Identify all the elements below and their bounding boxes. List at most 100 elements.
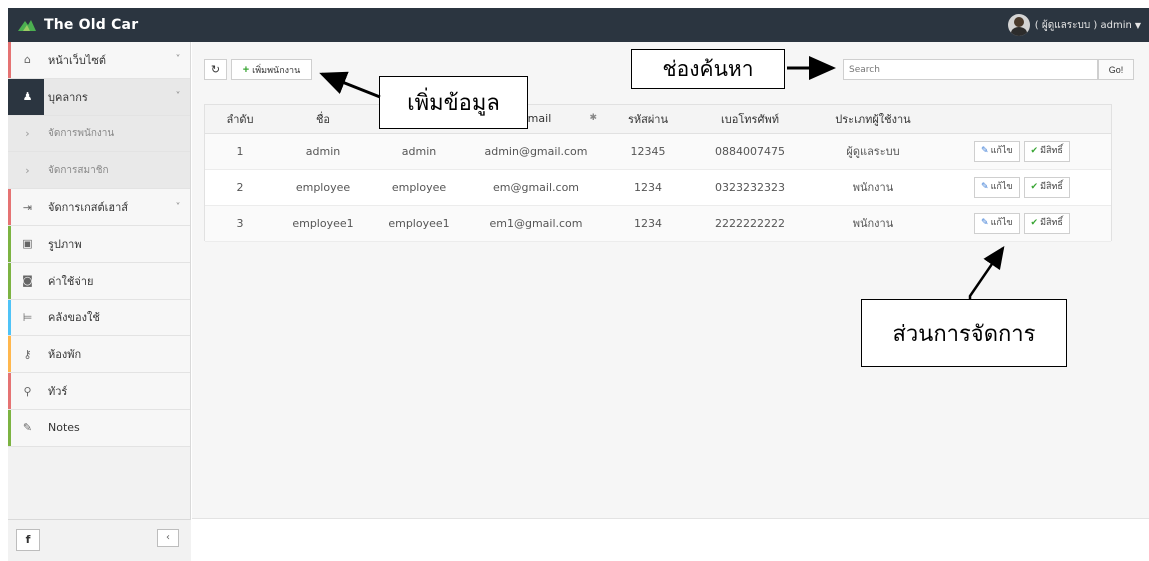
check-icon: ✔ <box>1030 145 1039 156</box>
edit-button[interactable]: ✎ แก้ไข <box>974 212 1020 234</box>
sidebar-item-3[interactable]: › จัดการสมาชิก <box>8 152 190 190</box>
employee-table: ลำดับ ชื่อ Email ✱ รหัสผ่าน เบอโทรศัพท์ … <box>204 104 1112 241</box>
cell-password: 1234 <box>634 180 662 194</box>
sidebar-item-4[interactable]: ⇥ จัดการเกสต์เฮาส์ ˅ <box>8 189 190 226</box>
sidebar-item-label: ค่าใช้จ่าย <box>48 274 94 288</box>
edit-button[interactable]: ✎ แก้ไข <box>974 176 1020 198</box>
pencil-icon: ✎ <box>981 217 989 228</box>
sidebar-item-label: จัดการพนักงาน <box>48 127 115 139</box>
cell-no: 2 <box>236 180 244 194</box>
user-label: ( ผู้ดูแลระบบ ) admin <box>1034 19 1132 31</box>
sidebar-item-6[interactable]: ◙ ค่าใช้จ่าย <box>8 262 190 300</box>
column-header-password[interactable]: รหัสผ่าน <box>605 105 691 134</box>
sidebar-item-9[interactable]: ⚲ ทัวร์ <box>8 373 190 410</box>
image-icon: ▣ <box>8 225 44 262</box>
sidebar-footer: f ‹ <box>8 519 191 561</box>
cell-name: employee1 <box>292 216 354 230</box>
key-icon: ⚷ <box>8 336 44 373</box>
edit-button[interactable]: ✎ แก้ไข <box>974 140 1020 162</box>
cell-actions: ✎ แก้ไข ✔ มีสิทธิ์ <box>937 169 1111 205</box>
search-go-button[interactable]: Go! <box>1098 59 1134 80</box>
table-row: 2 employee employee em@gmail.com 1234 0323232… <box>205 169 1111 205</box>
permission-label: มีสิทธิ์ <box>1040 217 1063 228</box>
add-employee-button[interactable]: + เพิ่มพนักงาน <box>231 59 312 80</box>
permission-button[interactable]: ✔ มีสิทธิ์ <box>1023 176 1070 198</box>
column-header-actions <box>937 105 1111 134</box>
chevron-right-icon: › <box>25 163 30 177</box>
user-menu[interactable]: ( ผู้ดูแลระบบ ) admin ▼ <box>1007 14 1141 36</box>
permission-button[interactable]: ✔ มีสิทธิ์ <box>1023 140 1070 162</box>
cell-no: 1 <box>236 144 244 158</box>
add-employee-label: เพิ่มพนักงาน <box>252 64 301 75</box>
table-body: 1 admin admin admin@gmail.com 12345 088400747… <box>205 133 1111 241</box>
sidebar-item-10[interactable]: ✎ Notes <box>8 409 190 447</box>
refresh-button[interactable]: ↻ <box>204 59 227 80</box>
chevron-down-icon: ˅ <box>175 91 181 103</box>
check-icon: ✔ <box>1030 181 1039 192</box>
money-icon: ◙ <box>8 262 44 299</box>
cell-name: admin <box>305 144 341 158</box>
facebook-button[interactable]: f <box>16 529 40 551</box>
cell-username: employee1 <box>388 216 450 230</box>
check-icon: ✔ <box>1030 217 1039 228</box>
table-row: 1 admin admin admin@gmail.com 12345 088400747… <box>205 133 1111 169</box>
app-title: The Old Car <box>44 17 139 33</box>
cell-email: em1@gmail.com <box>489 216 583 230</box>
permission-button[interactable]: ✔ มีสิทธิ์ <box>1023 212 1070 234</box>
sidebar: ⌂ หน้าเว็บไซต์ ˅ ♟ บุคลากร ˅ › จัดการพนักงาน › จั… <box>8 42 191 561</box>
user-icon: ♟ <box>8 78 44 115</box>
sidebar-item-label: จัดการสมาชิก <box>48 164 109 176</box>
column-header-name[interactable]: ชื่อ <box>275 105 371 134</box>
annotation-add-data: เพิ่มข้อมูล <box>379 76 528 129</box>
app-root: The Old Car ( ผู้ดูแลระบบ ) admin ▼ ⌂ หน้… <box>0 0 1149 561</box>
home-icon: ⌂ <box>8 42 44 78</box>
table-header-row: ลำดับ ชื่อ Email ✱ รหัสผ่าน เบอโทรศัพท์ … <box>205 105 1111 134</box>
cell-role: พนักงาน <box>852 181 894 194</box>
edit-label: แก้ไข <box>990 145 1013 156</box>
sidebar-item-0[interactable]: ⌂ หน้าเว็บไซต์ ˅ <box>8 42 190 79</box>
footer-area <box>192 518 1149 561</box>
sidebar-item-8[interactable]: ⚷ ห้องพัก <box>8 336 190 374</box>
cell-no: 3 <box>236 216 244 230</box>
brand[interactable]: The Old Car <box>8 8 191 42</box>
cart-icon: ⊨ <box>8 299 44 336</box>
map-marker-icon: ⚲ <box>8 373 44 409</box>
cell-phone: 0323232323 <box>715 180 785 194</box>
cell-password: 12345 <box>630 144 666 158</box>
column-header-phone[interactable]: เบอโทรศัพท์ <box>691 105 809 134</box>
pencil-icon: ✎ <box>8 409 44 446</box>
sidebar-item-label: ทัวร์ <box>48 385 68 399</box>
sign-in-icon: ⇥ <box>8 189 44 225</box>
sidebar-item-5[interactable]: ▣ รูปภาพ <box>8 225 190 263</box>
cell-phone: 2222222222 <box>715 216 785 230</box>
sidebar-item-label: Notes <box>48 421 80 435</box>
cell-phone: 0884007475 <box>715 144 785 158</box>
sidebar-item-label: คลังของใช้ <box>48 311 100 325</box>
sidebar-item-2[interactable]: › จัดการพนักงาน <box>8 115 190 153</box>
chevron-down-icon: ˅ <box>175 201 181 213</box>
column-header-no[interactable]: ลำดับ <box>205 105 275 134</box>
permission-label: มีสิทธิ์ <box>1040 145 1063 156</box>
permission-label: มีสิทธิ์ <box>1040 181 1063 192</box>
edit-label: แก้ไข <box>990 217 1013 228</box>
search-input[interactable] <box>843 59 1098 80</box>
caret-down-icon: ▼ <box>1134 20 1141 30</box>
sidebar-item-1[interactable]: ♟ บุคลากร ˅ <box>8 78 190 116</box>
logo-icon <box>18 20 36 31</box>
avatar <box>1007 14 1030 36</box>
cell-username: admin <box>401 144 437 158</box>
sidebar-item-7[interactable]: ⊨ คลังของใช้ <box>8 299 190 337</box>
cell-name: employee <box>295 180 351 194</box>
plus-icon: + <box>242 63 250 76</box>
cell-role: ผู้ดูแลระบบ <box>846 145 900 158</box>
sidebar-item-label: บุคลากร <box>48 90 88 104</box>
sort-icon[interactable]: ✱ <box>589 113 597 123</box>
top-navbar: The Old Car ( ผู้ดูแลระบบ ) admin ▼ <box>8 8 1149 42</box>
sidebar-collapse-button[interactable]: ‹ <box>157 529 179 547</box>
pencil-icon: ✎ <box>981 145 989 156</box>
annotation-search-box: ช่องค้นหา <box>631 49 785 89</box>
cell-password: 1234 <box>634 216 662 230</box>
column-header-role[interactable]: ประเภทผู้ใช้งาน <box>809 105 937 134</box>
pencil-icon: ✎ <box>981 181 989 192</box>
annotation-management: ส่วนการจัดการ <box>861 299 1067 367</box>
